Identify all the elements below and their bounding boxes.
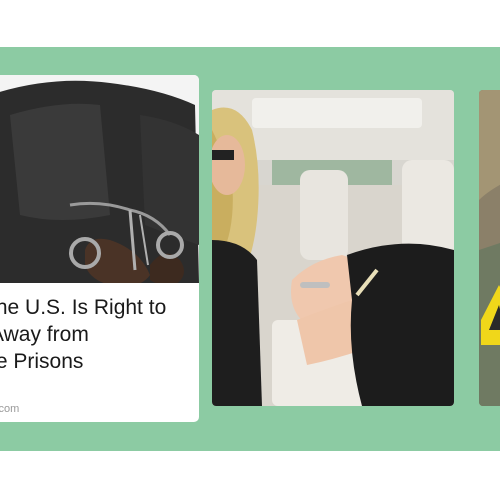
handcuffed-hands-image: [0, 75, 199, 283]
article-headline[interactable]: the U.S. Is Right to Away from te Prison…: [0, 294, 199, 375]
partial-card[interactable]: [479, 90, 500, 406]
article-card[interactable]: the U.S. Is Right to Away from te Prison…: [0, 75, 199, 422]
article-source-domain: k.com: [0, 403, 20, 415]
video-card[interactable]: [212, 90, 454, 406]
yellow-sign-thumbnail: [479, 90, 500, 406]
car-interior-thumbnail: [212, 90, 454, 406]
